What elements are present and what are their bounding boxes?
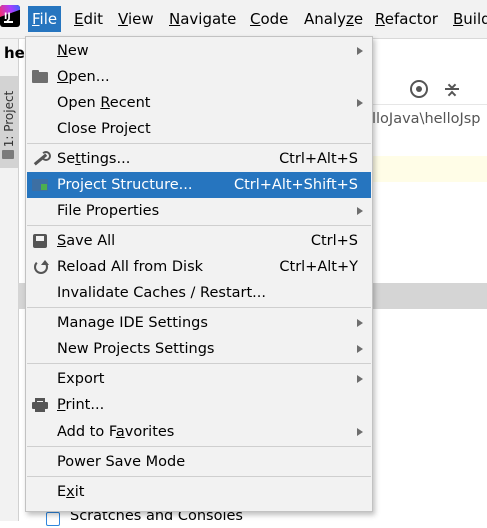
menu-item-power-save-mode[interactable]: Power Save Mode (27, 449, 371, 475)
project-structure-icon (32, 178, 48, 192)
menu-analyze[interactable]: Analyze (300, 6, 367, 32)
project-path: lloJava\helloJsp (372, 111, 481, 127)
reload-icon (32, 260, 49, 274)
collapse-all-icon[interactable] (444, 80, 460, 100)
menu-separator (27, 307, 371, 308)
save-icon (32, 234, 48, 248)
menu-item-export[interactable]: Export (27, 366, 371, 392)
submenu-arrow-icon (357, 345, 363, 353)
intellij-logo-icon: IJ (0, 5, 20, 27)
menu-separator (27, 225, 371, 226)
menu-edit[interactable]: Edit (70, 6, 107, 32)
wrench-icon (32, 151, 51, 166)
submenu-arrow-icon (357, 207, 363, 215)
menu-item-save-all[interactable]: Save All Ctrl+S (27, 228, 371, 254)
file-menu-dropdown: New Open... Open Recent Close Project Se… (25, 36, 373, 512)
menu-separator (27, 476, 371, 477)
menu-separator (27, 143, 371, 144)
submenu-arrow-icon (357, 99, 363, 107)
menu-item-settings[interactable]: Settings... Ctrl+Alt+S (27, 146, 371, 172)
menu-bar: IJ File Edit View Navigate Code Analyze … (0, 0, 487, 39)
submenu-arrow-icon (357, 375, 363, 383)
menu-file[interactable]: File (28, 6, 62, 32)
project-toolbar (372, 74, 487, 105)
menu-item-new[interactable]: New (27, 38, 371, 64)
submenu-arrow-icon (357, 47, 363, 55)
menu-item-manage-ide-settings[interactable]: Manage IDE Settings (27, 310, 371, 336)
menu-separator (27, 446, 371, 447)
shortcut-label: Ctrl+Alt+S (279, 151, 358, 167)
submenu-arrow-icon (357, 319, 363, 327)
printer-icon (32, 398, 48, 412)
menu-item-add-to-favorites[interactable]: Add to Favorites (27, 419, 371, 445)
menu-item-print[interactable]: Print... (27, 392, 371, 418)
folder-open-icon (32, 70, 48, 84)
menu-build[interactable]: Build (449, 6, 487, 32)
project-tab-label: 1: Project (2, 90, 16, 148)
menu-item-reload-all[interactable]: Reload All from Disk Ctrl+Alt+Y (27, 254, 371, 280)
menu-item-open[interactable]: Open... (27, 64, 371, 90)
menu-item-invalidate-caches[interactable]: Invalidate Caches / Restart... (27, 280, 371, 306)
shortcut-label: Ctrl+S (310, 233, 358, 249)
current-line-highlight (372, 156, 487, 182)
menu-item-file-properties[interactable]: File Properties (27, 198, 371, 224)
menu-item-close-project[interactable]: Close Project (27, 116, 371, 142)
menu-code[interactable]: Code (246, 6, 292, 32)
locate-icon[interactable] (410, 80, 428, 98)
scratches-icon (46, 512, 60, 526)
menu-item-exit[interactable]: Exit (27, 479, 371, 505)
menu-item-project-structure[interactable]: Project Structure... Ctrl+Alt+Shift+S (27, 172, 371, 198)
shortcut-label: Ctrl+Alt+Shift+S (233, 177, 358, 193)
folder-icon (2, 150, 14, 159)
menu-item-new-projects-settings[interactable]: New Projects Settings (27, 336, 371, 362)
menu-item-open-recent[interactable]: Open Recent (27, 90, 371, 116)
shortcut-label: Ctrl+Alt+Y (279, 259, 358, 275)
menu-navigate[interactable]: Navigate (165, 6, 240, 32)
submenu-arrow-icon (357, 428, 363, 436)
menu-separator (27, 363, 371, 364)
menu-refactor[interactable]: Refactor (371, 6, 442, 32)
menu-view[interactable]: View (114, 6, 158, 32)
